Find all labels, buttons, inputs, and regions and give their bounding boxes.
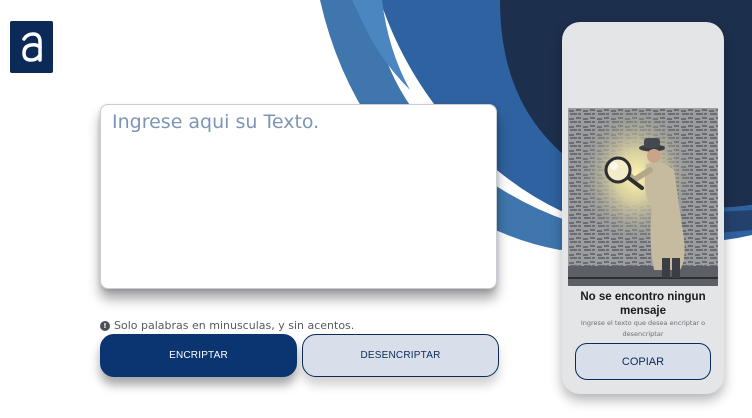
brand-logo[interactable] [10, 21, 53, 73]
detective-with-magnifying-glass-illustration [568, 108, 718, 286]
copy-button[interactable]: COPIAR [575, 343, 711, 380]
empty-state-title: No se encontro ningun mensaje [580, 291, 706, 317]
message-input[interactable] [101, 105, 496, 288]
empty-state-subtitle: Ingrese el texto que desea encriptar o d… [580, 319, 706, 338]
encrypt-button[interactable]: ENCRIPTAR [100, 334, 297, 377]
input-hint: ! Solo palabras en minusculas, y sin ace… [100, 319, 354, 332]
alura-a-logo-icon [21, 32, 42, 62]
decrypt-button[interactable]: DESENCRIPTAR [302, 334, 499, 377]
exclamation-circle-icon: ! [100, 320, 110, 331]
result-panel: No se encontro ningun mensaje Ingrese el… [562, 22, 724, 394]
hint-text: Solo palabras en minusculas, y sin acent… [114, 319, 355, 332]
text-input-container [100, 104, 497, 289]
